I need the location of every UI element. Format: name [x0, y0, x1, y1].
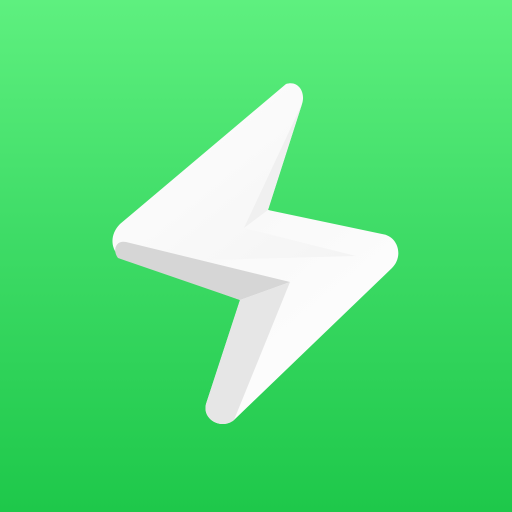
lightning-bolt-icon [112, 83, 399, 425]
app-icon-background [0, 0, 512, 512]
